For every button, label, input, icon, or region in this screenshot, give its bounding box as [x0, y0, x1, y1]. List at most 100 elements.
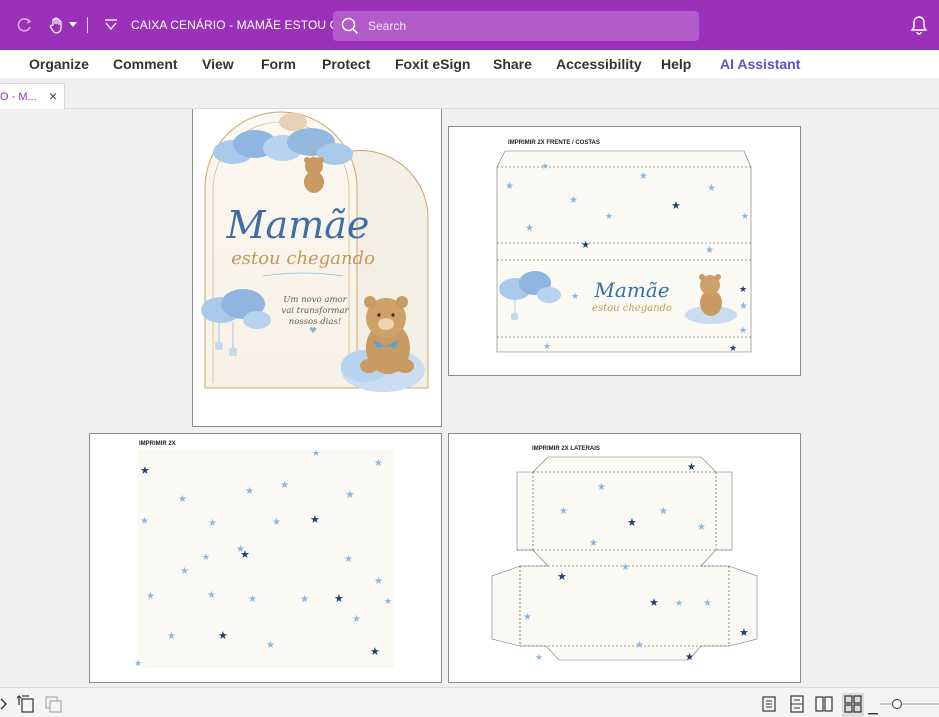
single-page-view-icon[interactable] — [760, 695, 778, 717]
ribbon-menu-bar: Organize Comment View Form Protect Foxit… — [0, 50, 939, 78]
copy-page-icon[interactable] — [44, 695, 64, 717]
svg-text:★: ★ — [649, 597, 659, 609]
search-placeholder: Search — [368, 19, 407, 33]
two-page-continuous-view-icon[interactable] — [842, 693, 864, 717]
document-title: CAIXA CENÁRIO - MAMÃE ESTOU CH... — [131, 18, 358, 32]
zoom-out-icon[interactable] — [868, 702, 878, 717]
continuous-view-icon[interactable] — [788, 695, 806, 717]
svg-text:★: ★ — [208, 518, 217, 529]
svg-text:★: ★ — [659, 506, 668, 517]
svg-text:★: ★ — [639, 171, 648, 182]
svg-text:★: ★ — [739, 301, 748, 312]
page-2: IMPRIMIR 2X FRENTE / COSTAS ★ ★ ★ ★ ★ ★ ★ ★ … — [448, 126, 801, 376]
svg-text:★: ★ — [300, 594, 309, 605]
svg-text:★: ★ — [248, 594, 257, 605]
menu-help[interactable]: Help — [661, 56, 691, 72]
menu-ai-assistant[interactable]: AI Assistant — [720, 56, 800, 72]
document-canvas[interactable]: Mamãe estou chegando Um novo amor vai tr… — [0, 109, 939, 687]
svg-text:★: ★ — [384, 596, 392, 606]
svg-text:★: ★ — [739, 325, 747, 335]
menu-form[interactable]: Form — [261, 56, 296, 72]
svg-text:★: ★ — [739, 284, 747, 294]
svg-text:★: ★ — [245, 486, 254, 497]
facing-view-icon[interactable] — [815, 695, 833, 717]
svg-text:★: ★ — [675, 598, 683, 608]
svg-text:★: ★ — [134, 658, 142, 668]
menu-accessibility[interactable]: Accessibility — [556, 56, 642, 72]
search-box[interactable]: Search — [333, 11, 699, 41]
svg-text:★: ★ — [581, 240, 590, 251]
svg-text:★: ★ — [535, 652, 543, 662]
expand-icon[interactable] — [0, 697, 8, 715]
svg-text:★: ★ — [627, 517, 637, 529]
status-bar — [0, 687, 939, 717]
svg-text:★: ★ — [146, 591, 155, 602]
svg-text:★: ★ — [635, 640, 644, 651]
document-tab[interactable]: O - M... × — [0, 83, 65, 109]
svg-text:★: ★ — [697, 522, 706, 533]
svg-text:★: ★ — [605, 211, 613, 221]
svg-text:★: ★ — [523, 612, 532, 623]
label-subtitle: estou chegando — [592, 303, 672, 314]
arch-subtitle: estou chegando — [231, 248, 375, 269]
separator — [87, 17, 88, 33]
svg-text:★: ★ — [207, 590, 216, 601]
menu-foxit-esign[interactable]: Foxit eSign — [395, 56, 470, 72]
svg-text:★: ★ — [312, 448, 320, 458]
menu-organize[interactable]: Organize — [29, 56, 89, 72]
svg-text:★: ★ — [345, 489, 355, 501]
svg-text:★: ★ — [597, 482, 606, 493]
svg-text:★: ★ — [739, 627, 749, 639]
svg-text:★: ★ — [218, 630, 228, 642]
arch-message-3: nossos dias! — [289, 317, 342, 327]
svg-text:★: ★ — [167, 631, 176, 642]
menu-protect[interactable]: Protect — [322, 56, 370, 72]
hand-tool-icon[interactable] — [48, 14, 66, 36]
svg-text:★: ★ — [370, 646, 380, 658]
svg-text:★: ★ — [557, 571, 567, 583]
redo-icon[interactable] — [15, 14, 35, 36]
menu-view[interactable]: View — [202, 56, 234, 72]
menu-comment[interactable]: Comment — [113, 56, 178, 72]
box-sides-template: ★ ★ ★ ★ ★ ★ ★ ★ ★ ★ ★ ★ ★ ★ ★ ★ ★ — [491, 456, 758, 663]
svg-text:★: ★ — [266, 640, 275, 651]
svg-text:★: ★ — [741, 211, 749, 221]
svg-text:★: ★ — [178, 494, 187, 505]
document-tab-strip: O - M... × — [0, 78, 939, 109]
svg-text:★: ★ — [140, 465, 150, 477]
star-pattern-sheet: ★★ ★★ ★ ★ ★ ★ ★★ ★ ★ ★★ ★ ★ ★ ★ ★★ ★★ ★ ★ ★ ★… — [134, 448, 394, 668]
zoom-slider[interactable] — [880, 697, 939, 715]
svg-text:★: ★ — [703, 598, 712, 609]
document-tab-label: O - M... — [0, 91, 37, 103]
svg-text:★: ★ — [344, 554, 353, 565]
svg-text:★: ★ — [707, 183, 716, 194]
svg-text:★: ★ — [334, 593, 344, 605]
arch-message-2: vai transformar — [281, 306, 349, 316]
svg-text:★: ★ — [202, 552, 210, 562]
svg-text:★: ★ — [571, 291, 579, 301]
svg-text:★: ★ — [352, 614, 361, 625]
svg-text:★: ★ — [729, 343, 737, 353]
svg-text:★: ★ — [687, 462, 696, 473]
box-front-back-template: ★★ ★★ ★★ ★★ ★★ ★★ ★ ★ ★ ★ ★ Mamãe estou … — [496, 150, 752, 353]
svg-text:★: ★ — [671, 200, 681, 212]
dropdown-icon[interactable] — [68, 14, 78, 36]
title-bar: CAIXA CENÁRIO - MAMÃE ESTOU CH... Search — [0, 0, 939, 50]
label-title: Mamãe — [593, 278, 669, 302]
menu-share[interactable]: Share — [493, 56, 532, 72]
arch-artwork: Mamãe estou chegando Um novo amor vai tr… — [201, 111, 429, 392]
close-icon[interactable]: × — [49, 88, 57, 104]
page-1: Mamãe estou chegando Um novo amor vai tr… — [192, 109, 442, 427]
svg-text:★: ★ — [505, 181, 514, 192]
svg-text:★: ★ — [559, 506, 568, 517]
svg-text:★: ★ — [310, 514, 320, 526]
search-icon — [341, 17, 359, 40]
extract-page-icon[interactable] — [16, 695, 36, 717]
notification-bell-icon[interactable] — [909, 14, 929, 36]
svg-text:★: ★ — [569, 195, 578, 206]
svg-text:★: ★ — [541, 161, 549, 171]
arch-message-1: Um novo amor — [283, 295, 347, 305]
svg-text:★: ★ — [685, 652, 694, 663]
quick-access-dropdown-icon[interactable] — [102, 14, 120, 36]
svg-text:★: ★ — [180, 566, 189, 577]
